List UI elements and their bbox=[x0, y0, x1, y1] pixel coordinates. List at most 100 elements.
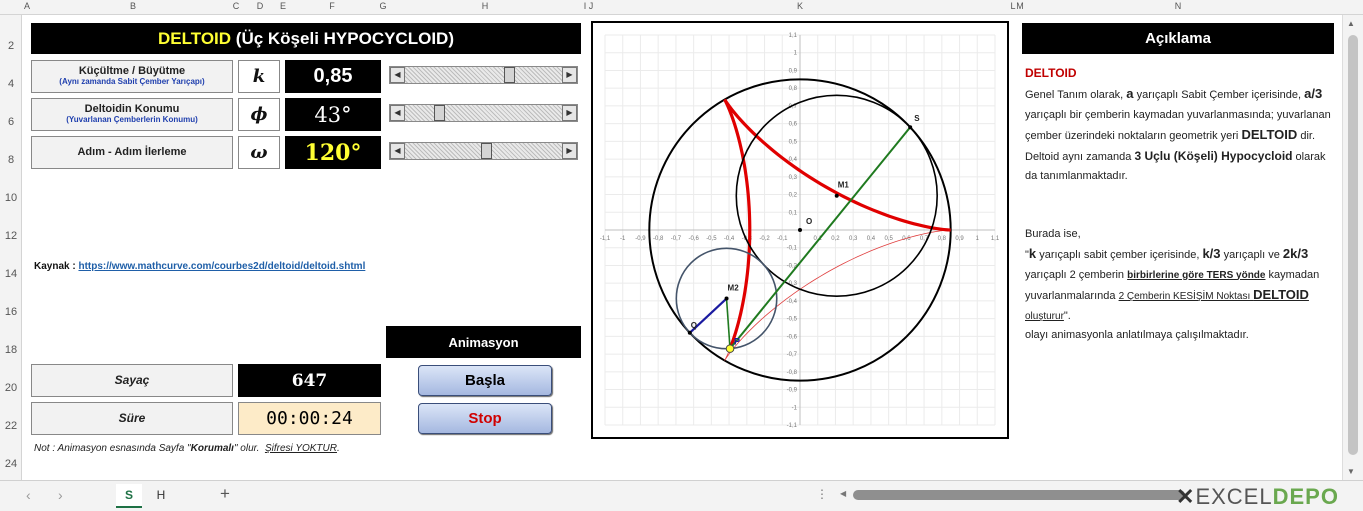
param-k-label-text: Küçültme / Büyütme bbox=[78, 65, 186, 77]
scroll-thumb[interactable] bbox=[1348, 35, 1358, 455]
col-d[interactable]: D bbox=[257, 1, 264, 11]
next-sheet-icon[interactable]: › bbox=[58, 487, 63, 503]
col-k[interactable]: K bbox=[797, 1, 803, 11]
row-20[interactable]: 20 bbox=[0, 382, 22, 394]
desc-underline: oluşturur bbox=[1025, 310, 1064, 322]
prev-sheet-icon[interactable]: ‹ bbox=[26, 487, 31, 503]
col-a[interactable]: A bbox=[24, 1, 30, 11]
row-4[interactable]: 4 bbox=[0, 78, 22, 90]
scroll-up-icon[interactable]: ▲ bbox=[1347, 19, 1355, 28]
col-c[interactable]: C bbox=[233, 1, 240, 11]
param-omega-label: Adım - Adım İlerleme bbox=[31, 136, 233, 169]
row-6[interactable]: 6 bbox=[0, 116, 22, 128]
slider-thumb[interactable] bbox=[434, 105, 446, 121]
param-phi-sublabel: (Yuvarlanan Çemberlerin Konumu) bbox=[66, 115, 198, 124]
desc-underline: 2 Çemberin KESİŞİM Noktası bbox=[1118, 291, 1254, 302]
x-tick-label: 0,5 bbox=[884, 236, 893, 242]
col-l[interactable]: L bbox=[1010, 1, 1015, 11]
desc-bold: 3 Uçlu (Köşeli) Hypocycloid bbox=[1134, 148, 1293, 163]
scroll-down-icon[interactable]: ▼ bbox=[1347, 467, 1355, 476]
label-m1: M1 bbox=[838, 181, 850, 190]
desc-bold: k/3 bbox=[1202, 246, 1221, 261]
param-omega-symbol: ω bbox=[238, 136, 280, 169]
param-phi-label-text: Deltoidin Konumu bbox=[84, 103, 180, 115]
slider-left-arrow-icon[interactable]: ◀ bbox=[390, 67, 405, 83]
hscroll-left-icon[interactable]: ◀ bbox=[840, 489, 846, 498]
x-tick-label: 0,9 bbox=[955, 236, 964, 242]
source-row: Kaynak : https://www.mathcurve.com/courb… bbox=[34, 261, 365, 272]
col-e[interactable]: E bbox=[280, 1, 286, 11]
slider-right-arrow-icon[interactable]: ▶ bbox=[562, 143, 577, 159]
column-header: A B C D E F G H I J K L M N bbox=[0, 0, 1363, 15]
desc-underline: birbirlerine göre TERS yönde bbox=[1127, 269, 1266, 281]
brand-excel: EXCEL bbox=[1195, 484, 1273, 509]
col-n[interactable]: N bbox=[1175, 1, 1182, 11]
row-8[interactable]: 8 bbox=[0, 154, 22, 166]
col-i[interactable]: I bbox=[584, 1, 587, 11]
param-omega-slider[interactable]: ◀ ▶ bbox=[389, 142, 578, 160]
y-tick-label: -0,5 bbox=[787, 317, 798, 323]
x-tick-label: 1,1 bbox=[991, 236, 1000, 242]
row-16[interactable]: 16 bbox=[0, 306, 22, 318]
slider-thumb[interactable] bbox=[480, 143, 492, 159]
y-tick-label: -1 bbox=[792, 405, 798, 411]
y-tick-label: 0,6 bbox=[789, 122, 798, 128]
desc-text: yarıçaplı ve bbox=[1220, 249, 1283, 261]
title-main: DELTOID bbox=[158, 28, 232, 48]
tab-h[interactable]: H bbox=[148, 484, 174, 508]
source-label: Kaynak : bbox=[34, 261, 76, 272]
row-18[interactable]: 18 bbox=[0, 344, 22, 356]
x-tick-label: -0,9 bbox=[635, 236, 646, 242]
vertical-scrollbar[interactable]: ▲ ▼ bbox=[1342, 15, 1363, 480]
param-phi-label: Deltoidin Konumu (Yuvarlanan Çemberlerin… bbox=[31, 98, 233, 131]
description-p2: "k yarıçaplı sabit çember içerisinde, k/… bbox=[1025, 244, 1331, 326]
note-password: Şifresi YOKTUR bbox=[264, 443, 337, 454]
page-title: DELTOID (Üç Köşeli HYPOCYCLOID) bbox=[31, 23, 581, 54]
param-omega-value: 120° bbox=[285, 136, 381, 169]
desc-bold: DELTOID bbox=[1253, 287, 1309, 302]
slider-left-arrow-icon[interactable]: ◀ bbox=[390, 105, 405, 121]
col-b[interactable]: B bbox=[130, 1, 136, 11]
row-2[interactable]: 2 bbox=[0, 40, 22, 52]
desc-bold: a bbox=[1126, 86, 1134, 101]
source-link[interactable]: https://www.mathcurve.com/courbes2d/delt… bbox=[78, 261, 365, 272]
description-header: Açıklama bbox=[1022, 23, 1334, 54]
description-p2a: Burada ise, bbox=[1025, 227, 1081, 240]
desc-text: yarıçaplı Sabit Çember içerisinde, bbox=[1133, 89, 1305, 101]
row-22[interactable]: 22 bbox=[0, 420, 22, 432]
stop-button[interactable]: Stop bbox=[418, 403, 552, 434]
slider-left-arrow-icon[interactable]: ◀ bbox=[390, 143, 405, 159]
x-tick-label: -1 bbox=[620, 236, 626, 242]
col-m[interactable]: M bbox=[1016, 1, 1024, 11]
slider-right-arrow-icon[interactable]: ▶ bbox=[562, 67, 577, 83]
counter-label: Sayaç bbox=[31, 364, 233, 397]
param-phi-slider[interactable]: ◀ ▶ bbox=[389, 104, 578, 122]
y-tick-label: -0,1 bbox=[787, 246, 798, 252]
horizontal-scroll-thumb[interactable] bbox=[853, 490, 1185, 500]
point-s bbox=[908, 125, 913, 130]
add-sheet-icon[interactable]: + bbox=[220, 484, 230, 504]
description-body: DELTOID Genel Tanım olarak, a yarıçaplı … bbox=[1025, 66, 1331, 346]
tab-options-icon[interactable]: ⋮ bbox=[816, 487, 828, 501]
row-24[interactable]: 24 bbox=[0, 458, 22, 470]
title-rest: (Üç Köşeli HYPOCYCLOID) bbox=[235, 28, 454, 48]
param-k-slider[interactable]: ◀ ▶ bbox=[389, 66, 578, 84]
start-button[interactable]: Başla bbox=[418, 365, 552, 396]
row-10[interactable]: 10 bbox=[0, 192, 22, 204]
param-phi-symbol: ϕ bbox=[238, 98, 280, 131]
slider-right-arrow-icon[interactable]: ▶ bbox=[562, 105, 577, 121]
col-j[interactable]: J bbox=[589, 1, 594, 11]
tab-s[interactable]: S bbox=[116, 484, 142, 508]
slider-thumb[interactable] bbox=[504, 67, 516, 83]
note-prefix: Not : Animasyon esnasında Sayfa " bbox=[34, 443, 191, 454]
row-12[interactable]: 12 bbox=[0, 230, 22, 242]
col-f[interactable]: F bbox=[329, 1, 335, 11]
col-h[interactable]: H bbox=[482, 1, 489, 11]
brand-x-icon: ✕ bbox=[1176, 484, 1196, 509]
row-header: 2 4 6 8 10 12 14 16 18 20 22 24 bbox=[0, 15, 22, 480]
col-g[interactable]: G bbox=[379, 1, 386, 11]
y-tick-label: 0,9 bbox=[789, 68, 798, 74]
row-14[interactable]: 14 bbox=[0, 268, 22, 280]
param-k-symbol: k bbox=[238, 60, 280, 93]
label-p: P bbox=[734, 337, 740, 347]
